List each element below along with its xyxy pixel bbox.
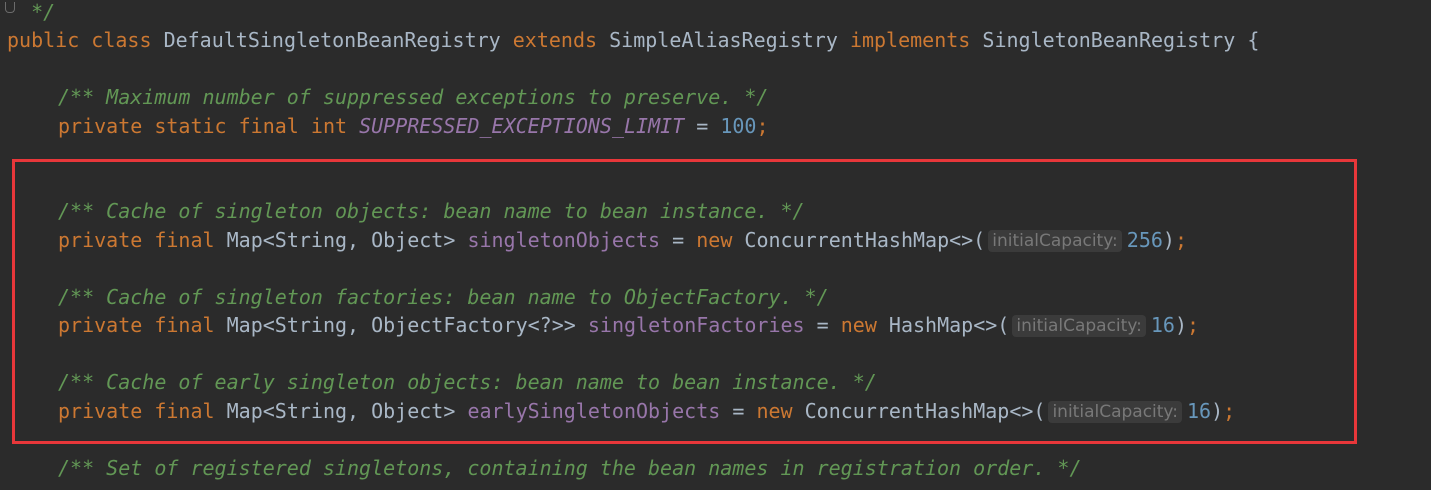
constructor-call: HashMap<>( bbox=[888, 313, 1010, 337]
type-name: Map<String, ObjectFactory<?>> bbox=[226, 313, 576, 337]
constructor-call: ConcurrentHashMap<>( bbox=[804, 399, 1046, 423]
semicolon: ; bbox=[1187, 313, 1200, 337]
code-line-limit-doc: /** Maximum number of suppressed excepti… bbox=[7, 83, 768, 111]
keyword-private: private bbox=[58, 313, 143, 337]
field-name-singleton-objects: singletonObjects bbox=[467, 228, 661, 252]
doc-comment-close: */ bbox=[31, 0, 56, 24]
semicolon: ; bbox=[1223, 399, 1236, 423]
open-brace: { bbox=[1247, 28, 1260, 52]
keyword-final: final bbox=[154, 399, 215, 423]
keyword-class: class bbox=[91, 28, 152, 52]
keyword-private: private bbox=[58, 114, 143, 138]
keyword-new: new bbox=[696, 228, 733, 252]
close-paren: ) bbox=[1174, 313, 1188, 337]
keyword-implements: implements bbox=[849, 28, 971, 52]
code-line-early-declaration: private final Map<String, Object> earlyS… bbox=[7, 397, 1235, 425]
superclass-name: SimpleAliasRegistry bbox=[609, 28, 838, 52]
code-line-limit-declaration: private static final int SUPPRESSED_EXCE… bbox=[7, 112, 769, 140]
equals-sign: = bbox=[732, 399, 745, 423]
code-line-early-doc: /** Cache of early singleton objects: be… bbox=[7, 368, 877, 396]
code-line-factories-doc: /** Cache of singleton factories: bean n… bbox=[7, 283, 829, 311]
class-name: DefaultSingletonBeanRegistry bbox=[163, 28, 501, 52]
number-literal: 16 bbox=[1187, 399, 1212, 423]
constructor-call: ConcurrentHashMap<>( bbox=[744, 228, 986, 252]
keyword-extends: extends bbox=[512, 28, 598, 52]
equals-sign: = bbox=[816, 313, 829, 337]
doc-comment-early-singleton-objects: /** Cache of early singleton objects: be… bbox=[58, 370, 877, 394]
type-name: Map<String, Object> bbox=[226, 228, 456, 252]
code-line-singleton-declaration: private final Map<String, Object> single… bbox=[7, 226, 1187, 254]
keyword-static: static bbox=[154, 114, 227, 138]
field-name-early-singleton-objects: earlySingletonObjects bbox=[467, 399, 721, 423]
code-line-singleton-doc: /** Cache of singleton objects: bean nam… bbox=[7, 197, 805, 225]
close-paren: ) bbox=[1162, 228, 1175, 252]
code-line-class-declaration: public class DefaultSingletonBeanRegistr… bbox=[7, 26, 1259, 54]
keyword-new: new bbox=[840, 313, 877, 337]
constant-name: SUPPRESSED_EXCEPTIONS_LIMIT bbox=[359, 114, 685, 138]
code-line-doc-close: */ bbox=[5, 0, 56, 26]
keyword-final: final bbox=[154, 228, 215, 252]
keyword-private: private bbox=[58, 228, 143, 252]
code-line-registered-doc: /** Set of registered singletons, contai… bbox=[7, 454, 1082, 482]
number-literal: 256 bbox=[1126, 228, 1163, 252]
field-name-singleton-factories: singletonFactories bbox=[587, 313, 805, 337]
code-editor[interactable]: */ public class DefaultSingletonBeanRegi… bbox=[0, 0, 1431, 490]
parameter-hint: initialCapacity: bbox=[1048, 401, 1182, 423]
semicolon: ; bbox=[1174, 228, 1187, 252]
keyword-final: final bbox=[238, 114, 299, 138]
semicolon: ; bbox=[756, 114, 769, 138]
number-literal: 16 bbox=[1150, 313, 1175, 337]
keyword-private: private bbox=[58, 399, 143, 423]
keyword-final: final bbox=[154, 313, 215, 337]
fold-marker-icon[interactable] bbox=[5, 2, 15, 13]
equals-sign: = bbox=[672, 228, 685, 252]
type-name: Map<String, Object> bbox=[226, 399, 456, 423]
code-line-factories-declaration: private final Map<String, ObjectFactory<… bbox=[7, 311, 1199, 339]
keyword-public: public bbox=[7, 28, 80, 52]
parameter-hint: initialCapacity: bbox=[988, 230, 1122, 252]
doc-comment-limit: /** Maximum number of suppressed excepti… bbox=[58, 85, 769, 109]
interface-name: SingletonBeanRegistry bbox=[982, 28, 1236, 52]
keyword-new: new bbox=[756, 399, 793, 423]
doc-comment-singleton-factories: /** Cache of singleton factories: bean n… bbox=[58, 285, 829, 309]
keyword-int: int bbox=[310, 114, 348, 138]
number-literal: 100 bbox=[720, 114, 757, 138]
equals-sign: = bbox=[696, 114, 709, 138]
doc-comment-registered-singletons: /** Set of registered singletons, contai… bbox=[58, 456, 1082, 480]
parameter-hint: initialCapacity: bbox=[1012, 315, 1146, 337]
doc-comment-singleton-objects: /** Cache of singleton objects: bean nam… bbox=[58, 199, 805, 223]
close-paren: ) bbox=[1211, 399, 1224, 423]
